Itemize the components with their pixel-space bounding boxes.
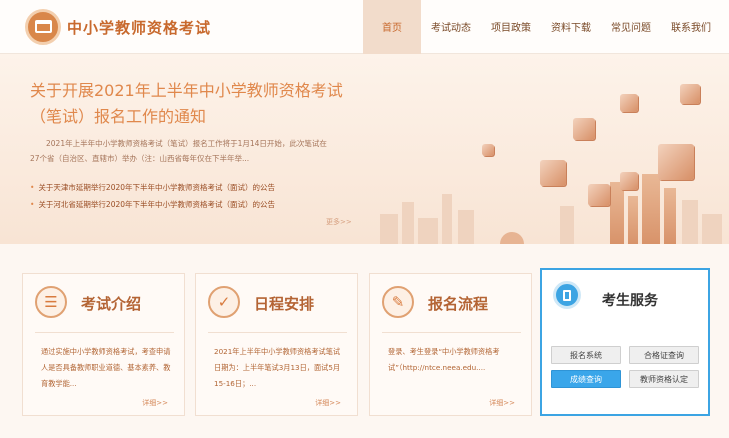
site-logo-icon[interactable] xyxy=(25,9,61,45)
news-more-link[interactable]: 更多>> xyxy=(326,217,352,227)
divider xyxy=(35,332,174,333)
card-more-link[interactable]: 详细>> xyxy=(142,398,168,408)
decorative-cube-icon xyxy=(680,84,700,104)
decorative-cube-icon xyxy=(620,94,638,112)
decorative-cube-icon xyxy=(658,144,694,180)
id-card-icon xyxy=(553,281,581,309)
card-schedule: ✓ 日程安排 2021年上半年中小学教师资格考试笔试日期为：上半年笔试3月13日… xyxy=(195,273,358,416)
card-text: 通过实施中小学教师资格考试，考查申请人是否具备教师职业道德、基本素养、教育教学能… xyxy=(41,347,171,388)
decorative-cube-icon xyxy=(573,118,595,140)
nav-item-exam-news[interactable]: 考试动态 xyxy=(421,0,481,54)
headline-summary: 2021年上半年中小学教师资格考试（笔试）报名工作将于1月14日开始，此次笔试在… xyxy=(30,139,327,163)
nav-item-faq[interactable]: 常见问题 xyxy=(601,0,661,54)
news-item-label: 关于河北省延期举行2020年下半年中小学教师资格考试（面试）的公告 xyxy=(38,200,276,209)
decorative-cube-icon xyxy=(482,144,494,156)
decorative-cube-icon xyxy=(540,160,566,186)
headline-link[interactable]: 关于开展2021年上半年中小学教师资格考试（笔试）报名工作的通知 xyxy=(30,78,360,130)
card-more-link[interactable]: 详细>> xyxy=(315,398,341,408)
certificate-query-button[interactable]: 合格证查询 xyxy=(629,346,699,364)
decorative-cube-icon xyxy=(588,184,610,206)
site-header: 中小学教师资格考试 首页 考试动态 项目政策 资料下载 常见问题 联系我们 xyxy=(0,0,729,54)
news-item[interactable]: • 关于河北省延期举行2020年下半年中小学教师资格考试（面试）的公告 xyxy=(30,196,275,213)
card-text: 2021年上半年中小学教师资格考试笔试日期为：上半年笔试3月13日，面试5月15… xyxy=(214,347,341,388)
card-title[interactable]: 考试介绍 xyxy=(81,293,141,314)
teacher-certification-button[interactable]: 教师资格认定 xyxy=(629,370,699,388)
main-nav: 首页 考试动态 项目政策 资料下载 常见问题 联系我们 xyxy=(363,0,721,54)
news-banner: 关于开展2021年上半年中小学教师资格考试（笔试）报名工作的通知 2021年上半… xyxy=(0,54,729,244)
site-title[interactable]: 中小学教师资格考试 xyxy=(67,17,211,38)
registration-system-button[interactable]: 报名系统 xyxy=(551,346,621,364)
bullet-icon: • xyxy=(30,183,35,192)
service-title: 考生服务 xyxy=(602,293,658,309)
candidate-service-panel: 考生服务 报名系统 合格证查询 成绩查询 教师资格认定 xyxy=(540,268,710,416)
nav-item-downloads[interactable]: 资料下载 xyxy=(541,0,601,54)
card-title[interactable]: 报名流程 xyxy=(428,293,488,314)
checkmark-icon: ✓ xyxy=(208,286,240,318)
form-icon: ✎ xyxy=(382,286,414,318)
nav-item-contact[interactable]: 联系我们 xyxy=(661,0,721,54)
nav-item-policy[interactable]: 项目政策 xyxy=(481,0,541,54)
bullet-icon: • xyxy=(30,200,35,209)
card-title[interactable]: 日程安排 xyxy=(254,293,314,314)
card-exam-intro: ☰ 考试介绍 通过实施中小学教师资格考试，考查申请人是否具备教师职业道德、基本素… xyxy=(22,273,185,416)
card-text: 登录、考生登录“中小学教师资格考试”（http://ntce.neea.edu.… xyxy=(388,347,500,372)
nav-item-home[interactable]: 首页 xyxy=(363,0,421,54)
score-query-button[interactable]: 成绩查询 xyxy=(551,370,621,388)
card-registration-process: ✎ 报名流程 登录、考生登录“中小学教师资格考试”（http://ntce.ne… xyxy=(369,273,532,416)
document-icon: ☰ xyxy=(35,286,67,318)
news-list: • 关于天津市延期举行2020年下半年中小学教师资格考试（面试）的公告 • 关于河北… xyxy=(30,179,275,213)
card-more-link[interactable]: 详细>> xyxy=(489,398,515,408)
divider xyxy=(208,332,347,333)
news-item-label: 关于天津市延期举行2020年下半年中小学教师资格考试（面试）的公告 xyxy=(38,183,276,192)
news-item[interactable]: • 关于天津市延期举行2020年下半年中小学教师资格考试（面试）的公告 xyxy=(30,179,275,196)
book-icon xyxy=(35,20,52,33)
decorative-cube-icon xyxy=(620,172,638,190)
divider xyxy=(382,332,521,333)
